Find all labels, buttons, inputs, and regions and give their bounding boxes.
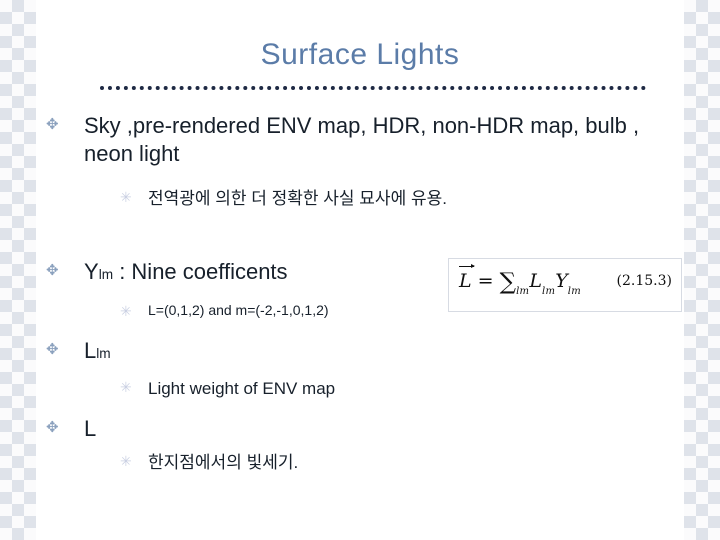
bullet-level2-3-text: Light weight of ENV map — [148, 379, 336, 398]
bullet-level2-1: ✳ 전역광에 의한 더 정확한 사실 묘사에 유용. — [120, 188, 668, 209]
formula-equals: = — [477, 270, 494, 292]
bullet-asterisk-icon: ✳ — [120, 453, 132, 469]
slide: Surface Lights ✥ Sky ,pre-rendered ENV m… — [0, 0, 720, 540]
bullet-level1-3: ✥ Llm — [46, 337, 444, 365]
bullet-level1-3-subscript: lm — [96, 346, 111, 361]
title-divider — [100, 86, 646, 94]
formula-expression: L = ∑lmLlmYlm — [459, 263, 582, 297]
formula-content: L = ∑lmLlmYlm (2.15.3) — [449, 259, 681, 311]
slide-border-right — [684, 0, 720, 540]
bullet-level1-2-subscript: lm — [98, 267, 114, 282]
formula-number: (2.15.3) — [616, 273, 672, 289]
formula-term1-subscript: lm — [541, 286, 556, 297]
bullet-diamond-icon: ✥ — [46, 262, 59, 279]
slide-border-left — [0, 0, 36, 540]
formula-sum-subscript: lm — [516, 286, 530, 297]
bullet-level1-4-symbol: L — [84, 416, 97, 441]
slide-content: Surface Lights ✥ Sky ,pre-rendered ENV m… — [36, 0, 684, 540]
bullet-level1-2-symbol: Y — [84, 259, 99, 284]
bullet-diamond-icon: ✥ — [46, 341, 59, 358]
bullet-level2-4-text: 한지점에서의 빛세기. — [148, 453, 299, 472]
bullet-asterisk-icon: ✳ — [120, 303, 132, 319]
bullet-level1-2: ✥ Ylm : Nine coefficents — [46, 258, 444, 286]
bullet-level1-3-symbol: L — [84, 338, 97, 363]
bullet-level2-1-text: 전역광에 의한 더 정확한 사실 묘사에 유용. — [148, 189, 447, 208]
page-title: Surface Lights — [260, 38, 460, 71]
bullet-level1-4: ✥ L — [46, 415, 444, 443]
bullet-level2-2-text: L=(0,1,2) and m=(-2,-1,0,1,2) — [148, 302, 329, 318]
bullet-level2-4: ✳ 한지점에서의 빛세기. — [120, 452, 548, 473]
bullet-asterisk-icon: ✳ — [120, 379, 132, 395]
bullet-level1-1-text: Sky ,pre-rendered ENV map, HDR, non-HDR … — [84, 113, 640, 166]
formula-lhs: L — [459, 263, 475, 292]
formula-term2-subscript: lm — [567, 286, 582, 297]
formula-term1: L — [529, 270, 542, 292]
bullet-level1-1: ✥ Sky ,pre-rendered ENV map, HDR, non-HD… — [46, 112, 684, 167]
bullet-diamond-icon: ✥ — [46, 116, 59, 133]
bullet-diamond-icon: ✥ — [46, 419, 59, 436]
formula-sum-symbol: ∑ — [499, 269, 517, 295]
bullet-level2-3: ✳ Light weight of ENV map — [120, 378, 548, 399]
formula-term2: Y — [555, 270, 568, 292]
formula-image: L = ∑lmLlmYlm (2.15.3) — [448, 258, 682, 312]
bullet-asterisk-icon: ✳ — [120, 189, 132, 205]
bullet-level1-2-text: : Nine coefficents — [113, 259, 288, 284]
